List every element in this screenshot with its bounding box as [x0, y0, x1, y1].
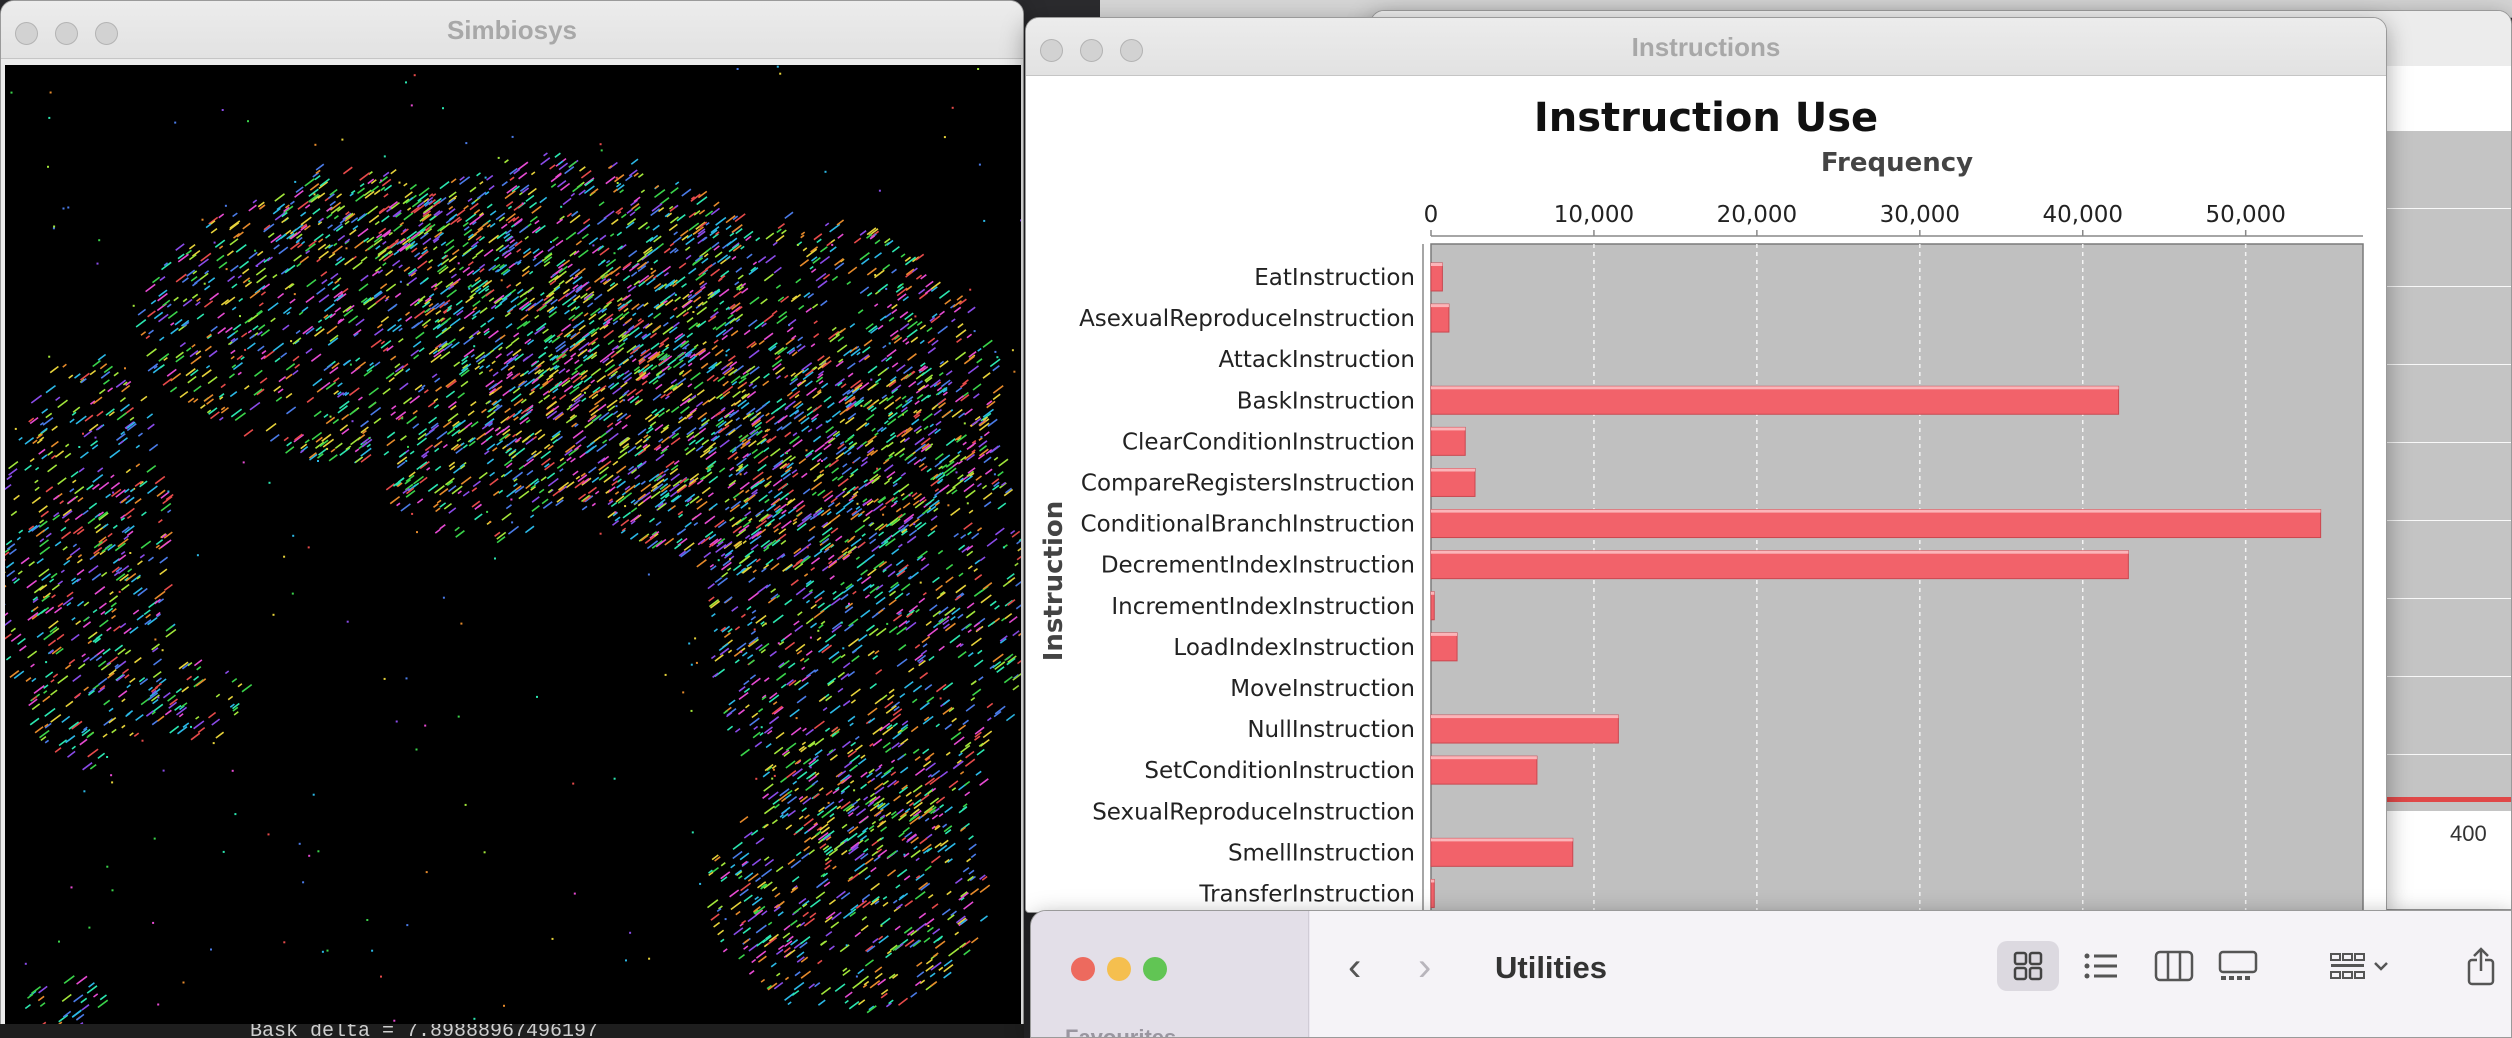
instructions-titlebar[interactable]: Instructions [1026, 18, 2386, 76]
bar-highlight [1431, 879, 1435, 883]
y-tick-label: SetConditionInstruction [1144, 758, 1415, 784]
organism-pattern [5, 65, 1021, 1025]
bar [1430, 878, 1435, 908]
bar [1430, 303, 1450, 333]
y-tick-label: BaskInstruction [1237, 388, 1415, 414]
bar-highlight [1431, 756, 1537, 760]
y-tick-label: LoadIndexInstruction [1173, 635, 1415, 661]
minimize-icon[interactable] [1107, 957, 1131, 981]
y-tick-label: IncrementIndexInstruction [1111, 594, 1415, 620]
terminal-output-strip: Bask delta = 7.89888967496197 [0, 1024, 1024, 1038]
close-icon[interactable] [1071, 957, 1095, 981]
gallery-icon [2218, 950, 2258, 980]
y-tick-label: TransferInstruction [1198, 881, 1415, 907]
bar-highlight [1431, 509, 2321, 513]
x-tick-label: 50,000 [2205, 202, 2285, 228]
bar-highlight [1431, 304, 1449, 308]
share-icon [2467, 947, 2495, 986]
icon-view-button[interactable] [1997, 941, 2059, 991]
bar [1430, 591, 1435, 621]
instructions-window[interactable]: Instructions Instruction Use Frequency Ins… [1025, 17, 2387, 913]
finder-window[interactable]: Favourites ‹ › Utilities [1030, 910, 2512, 1038]
chart-title: Instruction Use [1534, 95, 1878, 141]
bar-highlight [1431, 632, 1458, 636]
background-x-tick-label: 400 [2450, 821, 2487, 846]
group-by-button[interactable] [2322, 941, 2402, 991]
chart-panel: Instruction Use Frequency Instruction 0 10,0… [1026, 76, 2386, 912]
y-tick-label: AsexualReproduceInstruction [1079, 306, 1415, 332]
window-title: Simbiosys [446, 15, 578, 45]
y-tick-label: ConditionalBranchInstruction [1081, 512, 1415, 538]
bar-highlight [1431, 838, 1573, 842]
bar-highlight [1431, 550, 2129, 554]
sidebar-heading-favourites: Favourites [1065, 1025, 1177, 1038]
bar-highlight [1431, 386, 2119, 390]
bar-highlight [1431, 468, 1475, 472]
folder-title: Utilities [1495, 950, 1607, 985]
bar [1430, 385, 2120, 415]
simbiosys-window[interactable]: Simbiosys [0, 0, 1024, 1038]
list-view-button[interactable] [2070, 941, 2132, 991]
bar [1430, 755, 1538, 785]
bar [1430, 714, 1619, 744]
bar-highlight [1431, 715, 1619, 719]
simulation-canvas[interactable] [5, 65, 1021, 1025]
bar [1430, 262, 1443, 292]
y-tick-label: AttackInstruction [1218, 347, 1415, 373]
y-tick-label: SmellInstruction [1228, 840, 1415, 866]
terminal-output-text: Bask delta = 7.89888967496197 [250, 1024, 599, 1038]
column-view-button[interactable] [2143, 941, 2205, 991]
grid-icon [2013, 951, 2043, 981]
share-button[interactable] [2450, 941, 2511, 991]
simbiosys-titlebar[interactable]: Simbiosys [1, 1, 1023, 59]
y-tick-label: EatInstruction [1254, 265, 1415, 291]
bar [1430, 426, 1466, 456]
y-tick-label: ClearConditionInstruction [1122, 429, 1415, 455]
back-chevron-icon[interactable]: ‹ [1348, 947, 1361, 987]
x-tick-label: 30,000 [1880, 202, 1960, 228]
window-title: Instructions [1631, 32, 1781, 62]
bar [1430, 509, 2322, 539]
instruction-use-chart: Instruction Use Frequency Instruction 0 10,0… [1039, 95, 2364, 912]
y-tick-label: NullInstruction [1247, 717, 1415, 743]
y-tick-label: SexualReproduceInstruction [1092, 799, 1415, 825]
list-icon [2084, 953, 2117, 979]
x-axis-title: Frequency [1821, 148, 1973, 178]
x-tick-label: 0 [1424, 202, 1439, 228]
bar-highlight [1431, 591, 1435, 595]
y-tick-label: DecrementIndexInstruction [1101, 553, 1415, 579]
x-tick-label: 40,000 [2043, 202, 2123, 228]
y-tick-label: CompareRegistersInstruction [1081, 470, 1415, 496]
x-tick-label: 10,000 [1554, 202, 1634, 228]
forward-chevron-icon[interactable]: › [1418, 947, 1431, 987]
x-tick-label: 20,000 [1717, 202, 1797, 228]
bar [1430, 550, 2129, 580]
zoom-icon[interactable] [1143, 957, 1167, 981]
bar [1430, 837, 1574, 867]
columns-icon [2154, 950, 2194, 982]
group-chevron-down-icon [2330, 953, 2388, 979]
bar [1430, 468, 1476, 497]
bar-highlight [1431, 427, 1466, 431]
finder-sidebar: Favourites [1031, 911, 1309, 1037]
bar-highlight [1431, 263, 1443, 267]
gallery-view-button[interactable] [2207, 941, 2269, 991]
finder-toolbar: ‹ › Utilities [1310, 911, 2511, 1037]
y-axis-title: Instruction [1039, 501, 1069, 662]
bar [1430, 632, 1458, 662]
y-tick-label: MoveInstruction [1230, 676, 1415, 702]
